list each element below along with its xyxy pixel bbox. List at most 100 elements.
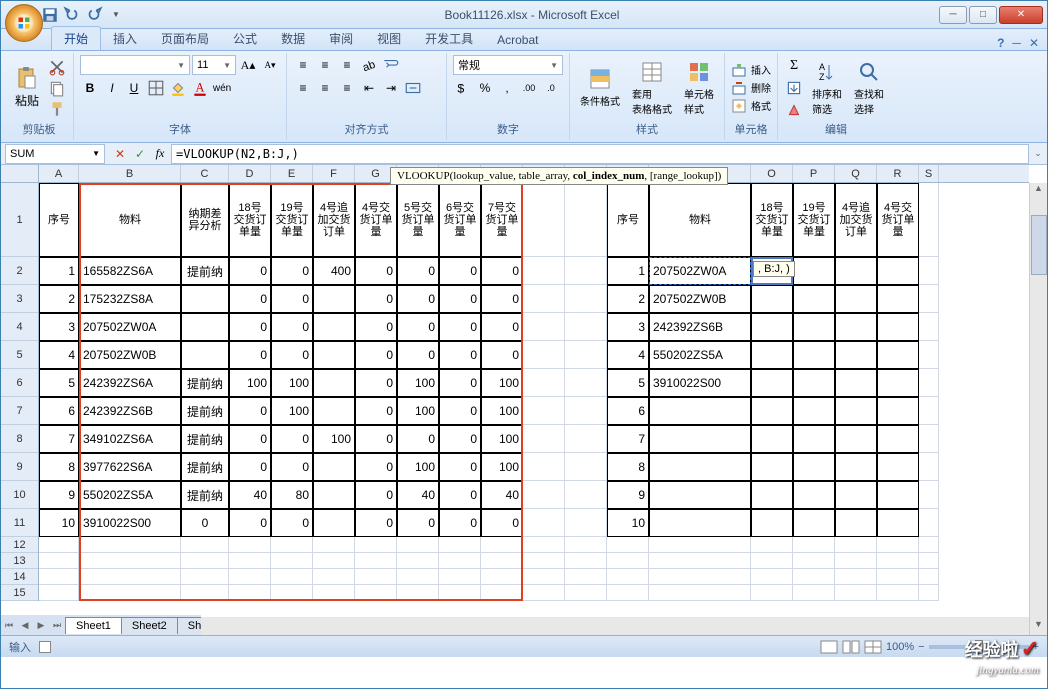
cell-P2[interactable] <box>793 257 835 285</box>
scroll-up-icon[interactable]: ▲ <box>1030 183 1047 199</box>
cell-H8[interactable]: 0 <box>397 425 439 453</box>
cell-K3[interactable] <box>523 285 565 313</box>
tab-prev-icon[interactable]: ◀ <box>17 617 33 633</box>
cell-B7[interactable]: 242392ZS6B <box>79 397 181 425</box>
cell-F2[interactable]: 400 <box>313 257 355 285</box>
cell-A2[interactable]: 1 <box>39 257 79 285</box>
autosum-icon[interactable]: Σ <box>784 56 804 76</box>
cell-L4[interactable] <box>565 313 607 341</box>
cell-M14[interactable] <box>607 569 649 585</box>
cell-E11[interactable]: 0 <box>271 509 313 537</box>
cell-K14[interactable] <box>523 569 565 585</box>
redo-icon[interactable] <box>85 6 103 24</box>
name-box[interactable]: SUM▼ <box>5 144 105 164</box>
zoom-out-icon[interactable]: − <box>918 641 924 653</box>
cell-B5[interactable]: 207502ZW0B <box>79 341 181 369</box>
col-header-F[interactable]: F <box>313 165 355 182</box>
sheet-tab-2[interactable]: Sheet2 <box>121 617 178 634</box>
cell-I6[interactable]: 0 <box>439 369 481 397</box>
cell-J5[interactable]: 0 <box>481 341 523 369</box>
ribbon-minimize-icon[interactable]: ─ <box>1012 36 1021 50</box>
cell-L6[interactable] <box>565 369 607 397</box>
cell-I4[interactable]: 0 <box>439 313 481 341</box>
cell-R14[interactable] <box>877 569 919 585</box>
cell-R8[interactable] <box>877 425 919 453</box>
cell-J9[interactable]: 100 <box>481 453 523 481</box>
cell-Q8[interactable] <box>835 425 877 453</box>
font-family-combo[interactable]: ▼ <box>80 55 190 75</box>
percent-icon[interactable]: % <box>475 78 495 98</box>
cell-E6[interactable]: 100 <box>271 369 313 397</box>
cell-R10[interactable] <box>877 481 919 509</box>
cell-K10[interactable] <box>523 481 565 509</box>
cell-G7[interactable]: 0 <box>355 397 397 425</box>
cell-G14[interactable] <box>355 569 397 585</box>
cell-styles-button[interactable]: 单元格 样式 <box>680 58 718 118</box>
cell-C14[interactable] <box>181 569 229 585</box>
cell-S9[interactable] <box>919 453 939 481</box>
cell-B3[interactable]: 175232ZS8A <box>79 285 181 313</box>
cell-H15[interactable] <box>397 585 439 601</box>
cell-L14[interactable] <box>565 569 607 585</box>
orientation-icon[interactable]: ab <box>359 55 379 75</box>
maximize-button[interactable]: □ <box>969 6 997 24</box>
cell-P5[interactable] <box>793 341 835 369</box>
cell-G6[interactable]: 0 <box>355 369 397 397</box>
cell-B15[interactable] <box>79 585 181 601</box>
col-header-Q[interactable]: Q <box>835 165 877 182</box>
cell-S2[interactable] <box>919 257 939 285</box>
cell-F12[interactable] <box>313 537 355 553</box>
vertical-scrollbar[interactable]: ▲ ▼ <box>1029 183 1047 635</box>
cell-Q11[interactable] <box>835 509 877 537</box>
cell-G12[interactable] <box>355 537 397 553</box>
cell-H3[interactable]: 0 <box>397 285 439 313</box>
cell-P13[interactable] <box>793 553 835 569</box>
row-header-8[interactable]: 8 <box>1 425 38 453</box>
cell-K11[interactable] <box>523 509 565 537</box>
cell-G13[interactable] <box>355 553 397 569</box>
cell-E14[interactable] <box>271 569 313 585</box>
cell-B2[interactable]: 165582ZS6A <box>79 257 181 285</box>
align-right-icon[interactable]: ≡ <box>337 78 357 98</box>
col-header-R[interactable]: R <box>877 165 919 182</box>
cell-C10[interactable]: 提前纳 <box>181 481 229 509</box>
cell-A15[interactable] <box>39 585 79 601</box>
cell-F4[interactable] <box>313 313 355 341</box>
office-button[interactable] <box>5 4 43 42</box>
doc-close-icon[interactable]: ✕ <box>1029 36 1039 50</box>
cell-P7[interactable] <box>793 397 835 425</box>
cell-G2[interactable]: 0 <box>355 257 397 285</box>
cell-O7[interactable] <box>751 397 793 425</box>
cell-Q10[interactable] <box>835 481 877 509</box>
row-header-9[interactable]: 9 <box>1 453 38 481</box>
cell-H12[interactable] <box>397 537 439 553</box>
cell-G11[interactable]: 0 <box>355 509 397 537</box>
row-header-2[interactable]: 2 <box>1 257 38 285</box>
accounting-icon[interactable]: $ <box>453 78 473 98</box>
cell-A14[interactable] <box>39 569 79 585</box>
cell-N3[interactable]: 207502ZW0B <box>649 285 751 313</box>
cell-H2[interactable]: 0 <box>397 257 439 285</box>
cell-D6[interactable]: 100 <box>229 369 271 397</box>
cell-N4[interactable]: 242392ZS6B <box>649 313 751 341</box>
cell-P3[interactable] <box>793 285 835 313</box>
cell-F15[interactable] <box>313 585 355 601</box>
tab-devtools[interactable]: 开发工具 <box>413 27 485 50</box>
cell-F13[interactable] <box>313 553 355 569</box>
row-header-4[interactable]: 4 <box>1 313 38 341</box>
cell-D4[interactable]: 0 <box>229 313 271 341</box>
cell-C6[interactable]: 提前纳 <box>181 369 229 397</box>
cell-E8[interactable]: 0 <box>271 425 313 453</box>
cell-R1[interactable]: 4号交货订单量 <box>877 183 919 257</box>
cell-C1[interactable]: 纳期差异分析 <box>181 183 229 257</box>
cell-F1[interactable]: 4号追加交货订单 <box>313 183 355 257</box>
cell-L8[interactable] <box>565 425 607 453</box>
cell-P12[interactable] <box>793 537 835 553</box>
help-icon[interactable]: ? <box>997 36 1004 50</box>
font-color-icon[interactable]: A <box>190 78 210 98</box>
row-header-3[interactable]: 3 <box>1 285 38 313</box>
cell-B9[interactable]: 3977622S6A <box>79 453 181 481</box>
cell-N12[interactable] <box>649 537 751 553</box>
cell-S3[interactable] <box>919 285 939 313</box>
cell-R6[interactable] <box>877 369 919 397</box>
